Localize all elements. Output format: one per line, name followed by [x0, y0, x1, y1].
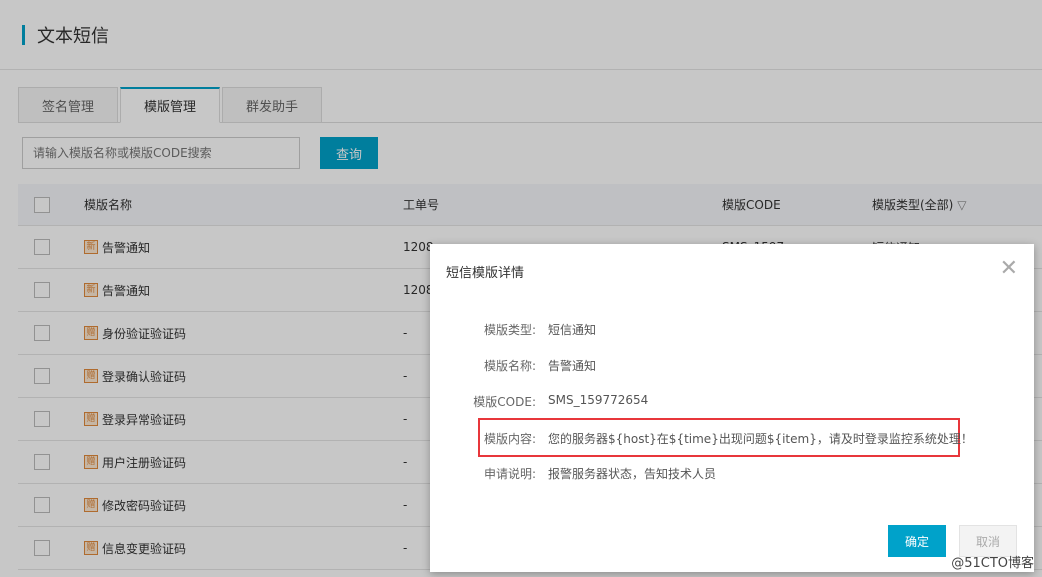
field-label: 模版名称: — [483, 359, 536, 373]
field-value: SMS_159772654 — [548, 393, 649, 407]
field-value: 短信通知 — [548, 323, 597, 337]
close-icon[interactable]: ✕ — [1000, 256, 1018, 281]
field-label: 模版内容: — [483, 432, 536, 446]
field-code: 模版CODE: SMS_159772654 — [430, 393, 648, 410]
field-type: 模版类型: 短信通知 — [430, 321, 596, 338]
field-value: 报警服务器状态，告知技术人员 — [548, 467, 717, 481]
confirm-button[interactable]: 确定 — [888, 525, 946, 557]
dialog-title: 短信模版详情 — [446, 266, 525, 281]
field-label: 申请说明: — [483, 467, 536, 481]
field-value: 您的服务器${host}在${time}出现问题${item}，请及时登录监控系… — [548, 432, 973, 446]
field-name: 模版名称: 告警通知 — [430, 357, 596, 374]
field-content: 模版内容: 您的服务器${host}在${time}出现问题${item}，请及时… — [430, 430, 973, 447]
field-value: 告警通知 — [548, 359, 597, 373]
field-label: 模版CODE: — [473, 395, 536, 409]
watermark: @51CTO博客 — [951, 556, 1034, 571]
field-description: 申请说明: 报警服务器状态，告知技术人员 — [430, 465, 716, 482]
template-detail-dialog: 短信模版详情 ✕ 模版类型: 短信通知 模版名称: 告警通知 模版CODE: SMS_… — [430, 244, 1034, 572]
field-label: 模版类型: — [483, 323, 536, 337]
